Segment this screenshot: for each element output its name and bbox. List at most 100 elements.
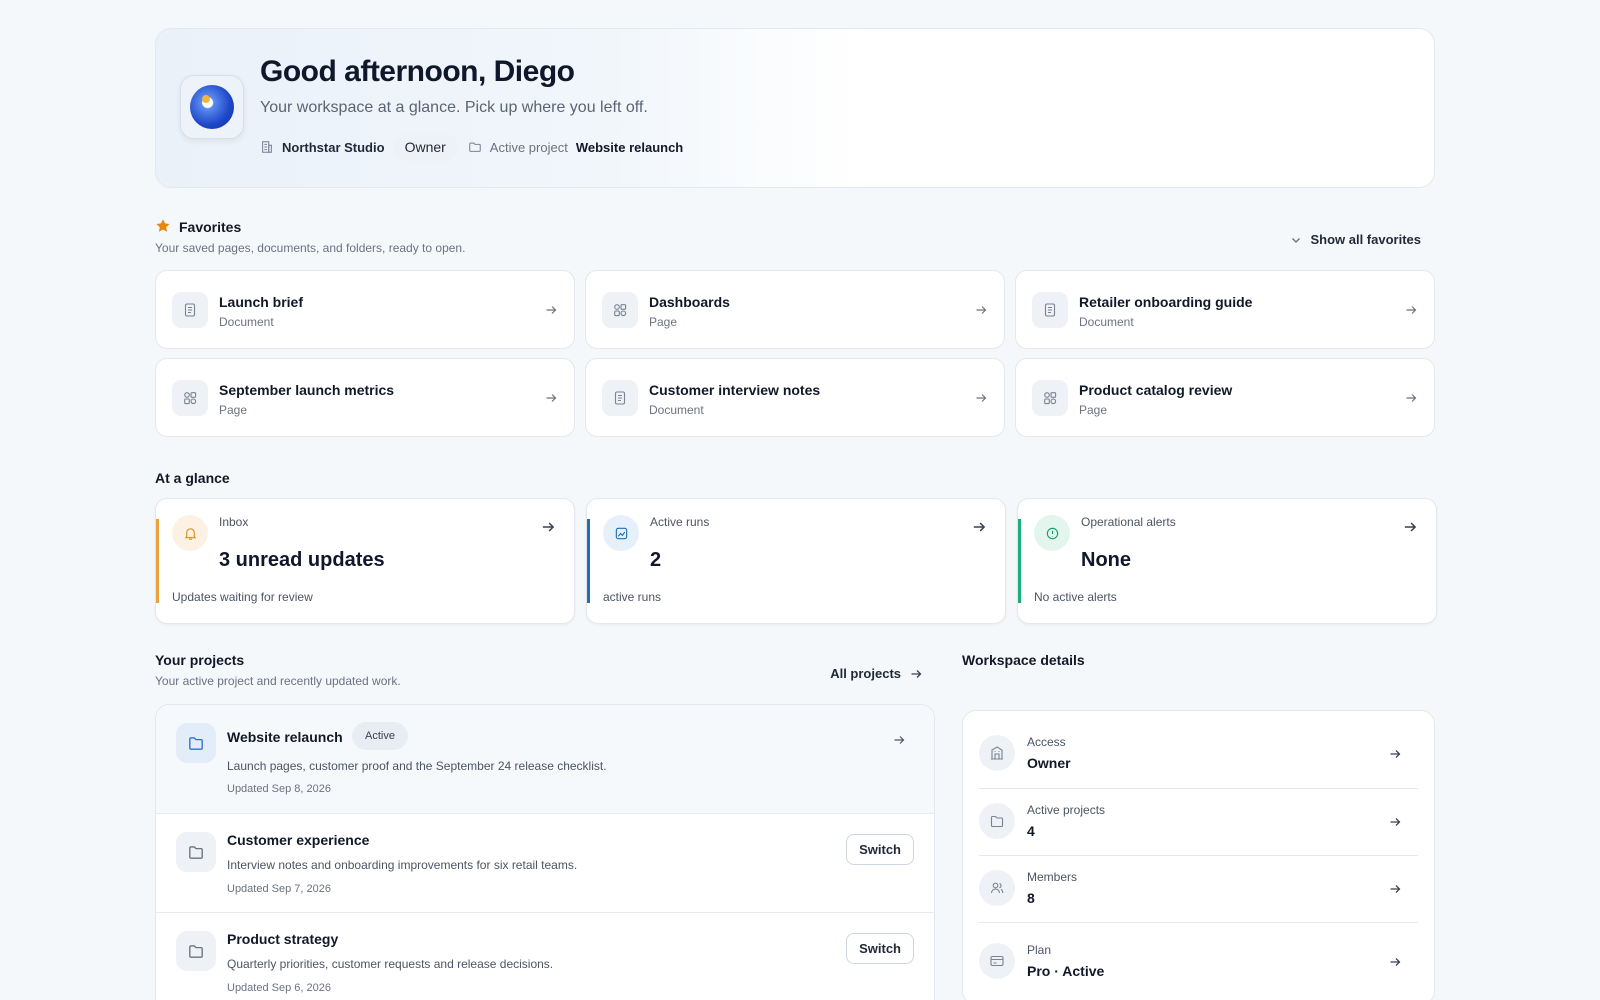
- role-badge: Owner: [392, 133, 458, 161]
- workspace-row-access[interactable]: Access Owner: [979, 711, 1418, 789]
- active-runs-card[interactable]: Active runs 2 active runs: [586, 498, 1006, 624]
- favorite-card[interactable]: Product catalog review Page: [1015, 358, 1435, 437]
- favorite-card[interactable]: Customer interview notes Document: [585, 358, 1005, 437]
- favorites-title: Favorites: [179, 219, 242, 235]
- project-name: Customer experience: [227, 832, 370, 848]
- page-grid-icon: [1032, 380, 1068, 416]
- projects-list: Website relaunch Active Launch pages, cu…: [155, 704, 935, 1000]
- favorites-subtitle: Your saved pages, documents, and folders…: [155, 241, 466, 255]
- alert-circle-icon: [1034, 515, 1070, 551]
- favorite-kind: Document: [649, 403, 704, 417]
- project-updated: Updated Sep 6, 2026: [227, 982, 331, 994]
- workspace-row-label: Active projects: [1027, 803, 1106, 817]
- active-project-link[interactable]: Website relaunch: [576, 140, 683, 155]
- folder-icon: [979, 803, 1015, 839]
- accent-bar: [1018, 519, 1021, 603]
- project-row[interactable]: Customer experience Interview notes and …: [156, 814, 934, 913]
- project-description: Quarterly priorities, customer requests …: [227, 957, 554, 971]
- project-row[interactable]: Product strategy Quarterly priorities, c…: [156, 913, 934, 1000]
- arrow-right-icon[interactable]: [892, 733, 906, 747]
- workspace-meta: Northstar Studio Owner Active project We…: [260, 133, 683, 161]
- workspace-row-plan[interactable]: Plan Pro · Active: [979, 923, 1418, 997]
- glance-label: Operational alerts: [1081, 515, 1176, 529]
- project-name: Website relaunch: [227, 729, 343, 745]
- favorite-card[interactable]: September launch metrics Page: [155, 358, 575, 437]
- folder-icon: [176, 931, 216, 971]
- favorite-name: Retailer onboarding guide: [1079, 294, 1253, 310]
- project-updated: Updated Sep 8, 2026: [227, 783, 331, 795]
- workspace-row-label: Members: [1027, 870, 1078, 884]
- inbox-card[interactable]: Inbox 3 unread updates Updates waiting f…: [155, 498, 575, 624]
- project-name: Product strategy: [227, 931, 339, 947]
- workspace-row-value: 4: [1027, 823, 1035, 839]
- accent-bar: [587, 519, 590, 603]
- favorite-kind: Page: [649, 315, 678, 329]
- chevron-down-icon: [1290, 234, 1302, 246]
- arrow-right-icon: [974, 303, 988, 317]
- folder-icon: [468, 140, 482, 154]
- page-grid-icon: [172, 380, 208, 416]
- project-updated: Updated Sep 7, 2026: [227, 883, 331, 895]
- welcome-card: Good afternoon, Diego Your workspace at …: [155, 28, 1435, 188]
- arrow-right-icon: [1404, 391, 1418, 405]
- workspace-details-card: Access Owner Active projects 4 Members 8…: [962, 710, 1435, 1000]
- glance-title: At a glance: [155, 470, 230, 486]
- workspace-row-label: Plan: [1027, 943, 1052, 957]
- switch-project-button[interactable]: Switch: [846, 933, 914, 964]
- folder-icon: [176, 723, 216, 763]
- workspace-avatar: [180, 75, 244, 139]
- accent-bar: [156, 519, 159, 603]
- folder-icon: [176, 832, 216, 872]
- workspace-details-title: Workspace details: [962, 652, 1085, 668]
- active-project-label: Active project: [489, 139, 568, 155]
- page-title: Good afternoon, Diego: [260, 55, 575, 88]
- arrow-right-icon: [971, 519, 987, 535]
- workspace-row-value: Owner: [1027, 755, 1071, 771]
- glance-label: Inbox: [219, 515, 249, 529]
- arrow-right-icon: [1388, 882, 1402, 896]
- show-all-label: Show all favorites: [1310, 232, 1421, 247]
- all-projects-link[interactable]: All projects: [830, 666, 923, 681]
- glance-label: Active runs: [650, 515, 710, 529]
- arrow-right-icon: [1388, 955, 1402, 969]
- glance-value: 2: [650, 549, 662, 571]
- favorite-name: Dashboards: [649, 294, 730, 310]
- bell-icon: [172, 515, 208, 551]
- glance-note: active runs: [603, 590, 662, 604]
- project-row-active[interactable]: Website relaunch Active Launch pages, cu…: [156, 705, 934, 814]
- projects-title: Your projects: [155, 652, 245, 668]
- workspace-row-value: 8: [1027, 890, 1035, 906]
- favorite-kind: Document: [219, 315, 274, 329]
- arrow-right-icon: [974, 391, 988, 405]
- glance-note: No active alerts: [1034, 590, 1117, 604]
- switch-project-button[interactable]: Switch: [846, 834, 914, 865]
- document-icon: [172, 292, 208, 328]
- favorite-name: September launch metrics: [219, 382, 395, 398]
- workspace-row-label: Access: [1027, 735, 1066, 749]
- dashboard: Good afternoon, Diego Your workspace at …: [155, 28, 1437, 1000]
- favorite-name: Customer interview notes: [649, 382, 821, 398]
- favorite-card[interactable]: Retailer onboarding guide Document: [1015, 270, 1435, 349]
- arrow-right-icon: [1388, 747, 1402, 761]
- favorites-grid: Launch brief Document Dashboards Page Re…: [155, 270, 1435, 437]
- all-projects-label: All projects: [830, 666, 901, 681]
- arrow-right-icon: [1388, 815, 1402, 829]
- favorite-kind: Page: [219, 403, 248, 417]
- favorite-name: Product catalog review: [1079, 382, 1233, 398]
- workspace-row-active-projects[interactable]: Active projects 4: [979, 789, 1418, 856]
- show-all-favorites-button[interactable]: Show all favorites: [1290, 232, 1421, 247]
- arrow-right-icon: [544, 391, 558, 405]
- favorite-card[interactable]: Dashboards Page: [585, 270, 1005, 349]
- favorite-card[interactable]: Launch brief Document: [155, 270, 575, 349]
- arrow-right-icon: [1404, 303, 1418, 317]
- org-name: Northstar Studio: [282, 139, 385, 155]
- arrow-right-icon: [1402, 519, 1418, 535]
- glance-grid: Inbox 3 unread updates Updates waiting f…: [155, 498, 1437, 624]
- star-icon: [155, 218, 171, 234]
- building-icon: [979, 735, 1015, 771]
- workspace-row-members[interactable]: Members 8: [979, 856, 1418, 923]
- projects-subtitle: Your active project and recently updated…: [155, 674, 401, 688]
- building-icon: [260, 140, 274, 154]
- glance-note: Updates waiting for review: [172, 590, 313, 604]
- operational-alerts-card[interactable]: Operational alerts None No active alerts: [1017, 498, 1437, 624]
